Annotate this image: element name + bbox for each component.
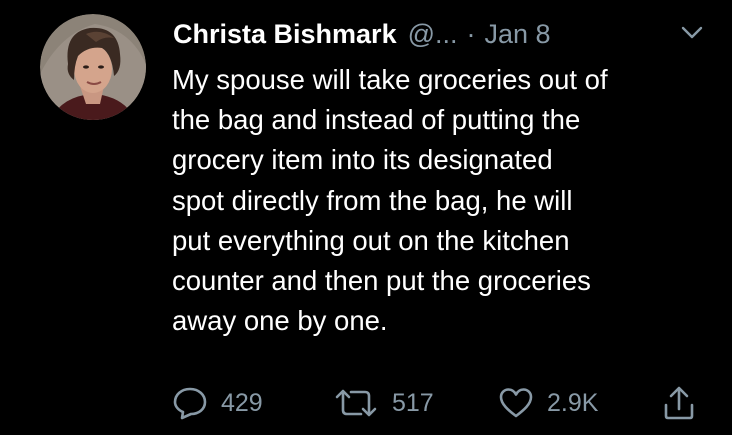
tweet-actions: 429 517 2.9K: [0, 378, 732, 428]
avatar[interactable]: [40, 14, 146, 120]
reply-button[interactable]: 429: [172, 378, 263, 428]
tweet-date[interactable]: Jan 8: [485, 19, 551, 50]
avatar-photo: [40, 14, 146, 120]
retweet-icon: [335, 389, 377, 417]
chevron-down-icon: [681, 26, 703, 39]
tweet-text: My spouse will take groceries out of the…: [172, 60, 717, 341]
heart-icon: [499, 388, 533, 418]
like-count: 2.9K: [547, 388, 599, 417]
tweet-text-line: grocery item into its designated: [172, 144, 553, 176]
retweet-count: 517: [392, 388, 434, 417]
retweet-button[interactable]: 517: [333, 378, 434, 428]
tweet-text-line: put everything out on the kitchen: [172, 224, 570, 256]
author-name[interactable]: Christa Bishmark: [173, 19, 397, 50]
tweet-text-line: spot directly from the bag, he will: [172, 184, 573, 216]
tweet-text-line: counter and then put the groceries: [172, 265, 591, 297]
tweet[interactable]: Christa Bishmark @... · Jan 8 My spouse …: [0, 0, 732, 435]
tweet-header: Christa Bishmark @... · Jan 8: [173, 12, 551, 56]
separator-dot: ·: [466, 18, 476, 49]
tweet-text-line: away one by one.: [172, 305, 388, 337]
tweet-text-line: the bag and instead of putting the: [172, 104, 581, 136]
reply-count: 429: [221, 388, 263, 417]
author-handle[interactable]: @...: [408, 19, 458, 50]
like-button[interactable]: 2.9K: [498, 378, 598, 428]
tweet-menu-button[interactable]: [676, 20, 708, 46]
share-button[interactable]: [662, 378, 696, 428]
share-icon: [664, 386, 694, 420]
tweet-text-line: My spouse will take groceries out of: [172, 64, 608, 95]
reply-icon: [173, 387, 207, 420]
